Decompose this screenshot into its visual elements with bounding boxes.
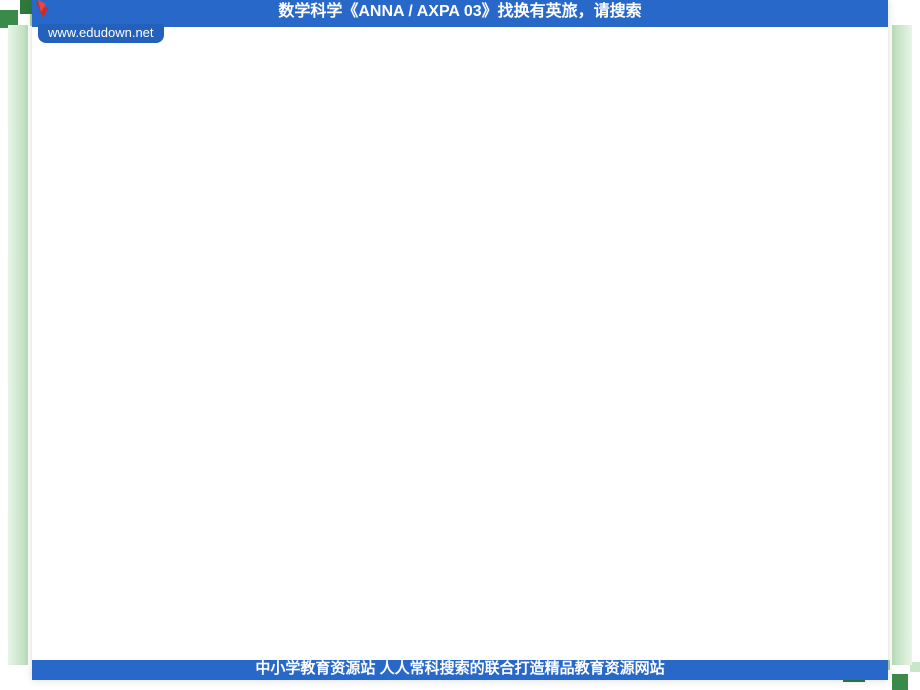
header-bar: 数学科学《ANNA / AXPA 03》找换有英旅，请搜索 xyxy=(32,0,888,27)
header-title: 数学科学《ANNA / AXPA 03》找换有英旅，请搜索 xyxy=(278,3,641,20)
footer-bar: 中小学教育资源站 人人常科搜索的联合打造精品教育资源网站 xyxy=(32,660,888,680)
footer-text: 中小学教育资源站 人人常科搜索的联合打造精品教育资源网站 xyxy=(255,660,664,677)
logo-icon xyxy=(34,0,52,22)
decoration-square xyxy=(892,674,908,690)
page-container: 数学科学《ANNA / AXPA 03》找换有英旅，请搜索 www.edudow… xyxy=(0,0,920,690)
slide-container: 数学科学《ANNA / AXPA 03》找换有英旅，请搜索 www.edudow… xyxy=(32,0,888,680)
right-border-decoration xyxy=(892,25,912,665)
url-text: www.edudown.net xyxy=(48,25,154,40)
url-badge: www.edudown.net xyxy=(38,24,164,43)
slide-content-area xyxy=(32,45,888,660)
left-border-decoration xyxy=(8,25,28,665)
